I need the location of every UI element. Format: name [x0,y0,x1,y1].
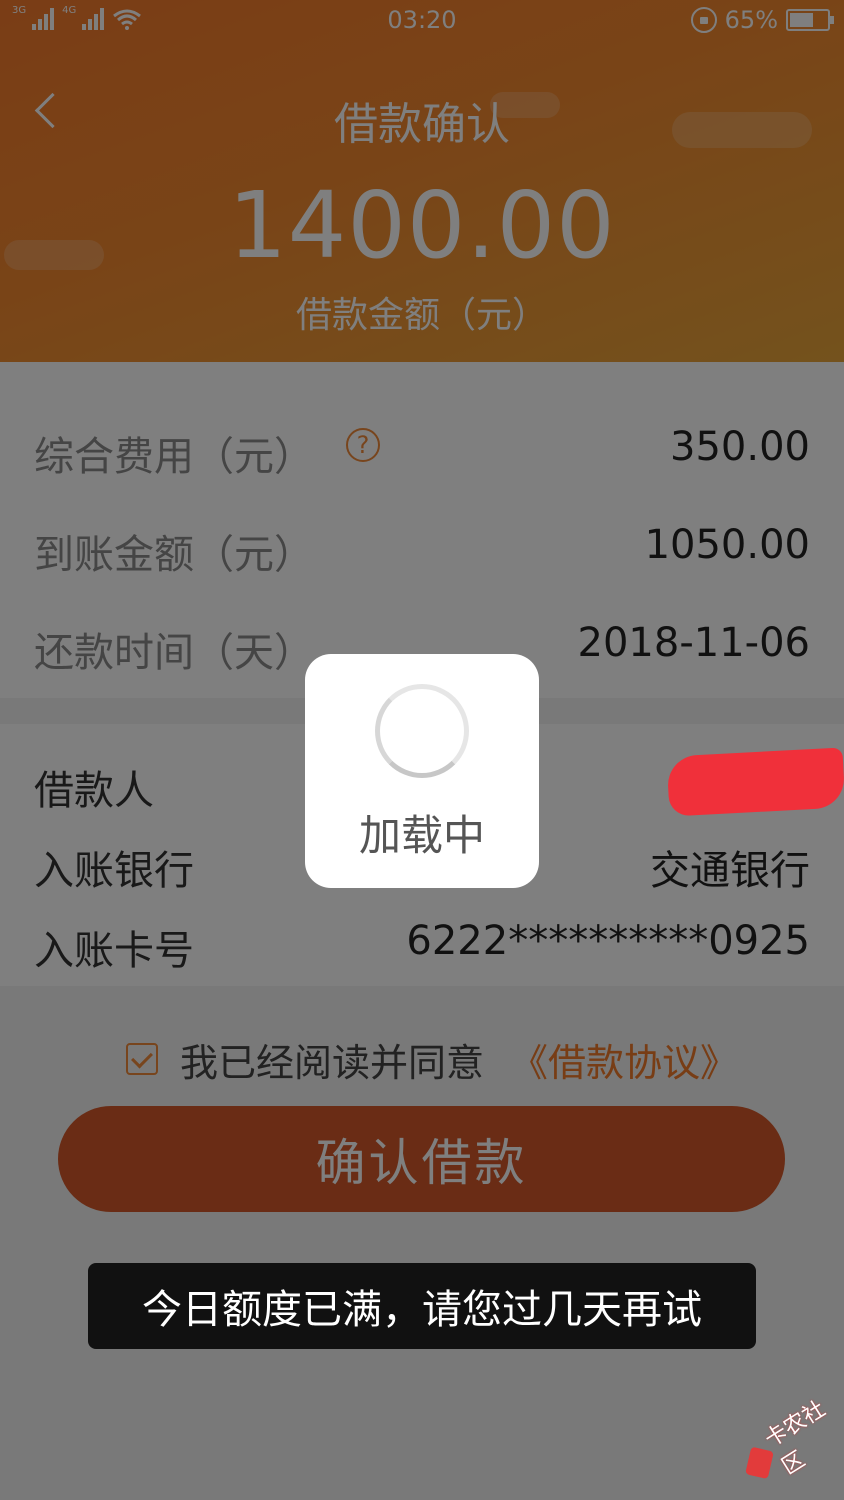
watermark-logo-icon [745,1446,775,1480]
redaction-mark [666,747,844,817]
toast-message: 今日额度已满，请您过几天再试 [88,1263,756,1349]
app-screen: 3G 4G 03:20 65% [0,0,844,1500]
spinner-icon [375,684,469,778]
loading-text: 加载中 [358,811,485,860]
loading-dialog: 加载中 [305,654,539,888]
